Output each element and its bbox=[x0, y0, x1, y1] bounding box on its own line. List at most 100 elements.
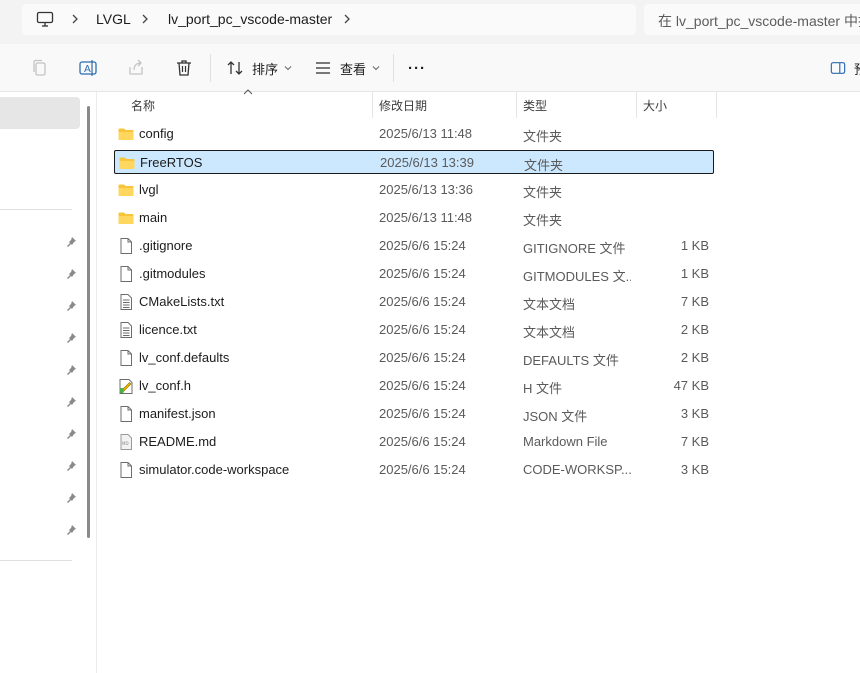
file-type: 文件夹 bbox=[523, 185, 563, 200]
column-type[interactable]: 类型 bbox=[523, 97, 547, 114]
rename-icon[interactable]: A bbox=[78, 58, 98, 78]
file-row[interactable]: FreeRTOS 2025/6/13 13:39 文件夹 bbox=[114, 150, 714, 174]
pin-icon[interactable] bbox=[65, 364, 77, 376]
file-modified-date: 2025/6/6 15:24 bbox=[379, 462, 466, 477]
address-bar[interactable]: LVGL lv_port_pc_vscode-master bbox=[22, 4, 636, 35]
file-type: DEFAULTS 文件 bbox=[523, 353, 619, 368]
nav-selected-item[interactable] bbox=[0, 97, 80, 129]
file-type: GITMODULES 文... bbox=[523, 269, 631, 284]
copy-icon[interactable] bbox=[30, 58, 50, 78]
file-size: 7 KB bbox=[680, 294, 709, 309]
file-row[interactable]: licence.txt 2025/6/6 15:24 文本文档 2 KB bbox=[114, 318, 714, 342]
nav-divider bbox=[0, 560, 72, 561]
sort-button[interactable]: 排序 bbox=[226, 54, 300, 82]
column-name[interactable]: 名称 bbox=[131, 97, 155, 114]
preview-pane-button[interactable]: 预览 bbox=[830, 54, 860, 82]
sort-label: 排序 bbox=[252, 61, 279, 77]
column-size[interactable]: 大小 bbox=[643, 97, 667, 114]
folder-icon bbox=[117, 125, 135, 143]
folder-icon bbox=[118, 154, 136, 172]
column-divider[interactable] bbox=[516, 92, 517, 118]
file-type: H 文件 bbox=[523, 381, 563, 396]
file-name: manifest.json bbox=[139, 406, 216, 421]
file-type: 文件夹 bbox=[523, 213, 563, 228]
file-modified-date: 2025/6/13 13:36 bbox=[379, 182, 473, 197]
column-divider[interactable] bbox=[716, 92, 717, 118]
file-row[interactable]: config 2025/6/13 11:48 文件夹 bbox=[114, 122, 714, 146]
column-header-row: 名称 修改日期 类型 大小 bbox=[98, 89, 860, 118]
file-type: JSON 文件 bbox=[523, 409, 588, 424]
file-type: 文本文档 bbox=[523, 297, 576, 312]
nav-scrollbar[interactable] bbox=[87, 106, 90, 538]
file-name: lv_conf.h bbox=[139, 378, 192, 393]
this-pc-icon[interactable] bbox=[36, 11, 54, 28]
file-row[interactable]: simulator.code-workspace 2025/6/6 15:24 CO… bbox=[114, 458, 714, 482]
pin-icon[interactable] bbox=[65, 396, 77, 408]
file-type: GITIGNORE 文件 bbox=[523, 241, 626, 256]
file-list: 名称 修改日期 类型 大小 config 2025/6/13 11:48 文件夹 Fr… bbox=[98, 89, 860, 673]
view-label: 查看 bbox=[340, 61, 367, 77]
markdown-file-icon: MD bbox=[117, 433, 135, 451]
file-modified-date: 2025/6/13 11:48 bbox=[379, 210, 473, 225]
file-name: config bbox=[139, 126, 174, 141]
sort-icon bbox=[227, 61, 243, 75]
file-size: 2 KB bbox=[680, 350, 709, 365]
column-divider[interactable] bbox=[372, 92, 373, 118]
pin-icon[interactable] bbox=[65, 524, 77, 536]
chevron-down-icon bbox=[284, 66, 292, 71]
blank-file-icon bbox=[117, 265, 135, 283]
file-name: lvgl bbox=[139, 182, 159, 197]
pin-icon[interactable] bbox=[65, 332, 77, 344]
search-box[interactable]: 在 lv_port_pc_vscode-master 中搜索 bbox=[644, 4, 860, 35]
file-modified-date: 2025/6/13 13:39 bbox=[380, 155, 474, 170]
blank-file-icon bbox=[117, 237, 135, 255]
file-type: 文件夹 bbox=[524, 158, 564, 173]
file-row[interactable]: lv_conf.h 2025/6/6 15:24 H 文件 47 KB bbox=[114, 374, 714, 398]
navigation-pane bbox=[0, 92, 97, 673]
file-type: 文件夹 bbox=[523, 129, 563, 144]
more-options-button[interactable]: ··· bbox=[408, 54, 426, 82]
file-row[interactable]: lvgl 2025/6/13 13:36 文件夹 bbox=[114, 178, 714, 202]
file-row[interactable]: main 2025/6/13 11:48 文件夹 bbox=[114, 206, 714, 230]
chevron-right-icon[interactable] bbox=[140, 12, 150, 26]
toolbar-divider bbox=[210, 54, 211, 82]
delete-icon[interactable] bbox=[174, 58, 194, 78]
pin-icon[interactable] bbox=[65, 492, 77, 504]
blank-file-icon bbox=[117, 349, 135, 367]
file-row[interactable]: CMakeLists.txt 2025/6/6 15:24 文本文档 7 KB bbox=[114, 290, 714, 314]
file-modified-date: 2025/6/6 15:24 bbox=[379, 322, 466, 337]
file-row[interactable]: manifest.json 2025/6/6 15:24 JSON 文件 3 KB bbox=[114, 402, 714, 426]
file-modified-date: 2025/6/6 15:24 bbox=[379, 378, 466, 393]
chevron-right-icon[interactable] bbox=[70, 12, 80, 26]
column-divider[interactable] bbox=[636, 92, 637, 118]
pin-icon[interactable] bbox=[65, 300, 77, 312]
file-row[interactable]: .gitmodules 2025/6/6 15:24 GITMODULES 文...… bbox=[114, 262, 714, 286]
chevron-down-icon bbox=[372, 66, 380, 71]
header-file-icon bbox=[117, 377, 135, 395]
pin-icon[interactable] bbox=[65, 236, 77, 248]
share-icon[interactable] bbox=[126, 58, 146, 78]
text-file-icon bbox=[117, 321, 135, 339]
view-button[interactable]: 查看 bbox=[314, 54, 388, 82]
blank-file-icon bbox=[117, 405, 135, 423]
file-row[interactable]: lv_conf.defaults 2025/6/6 15:24 DEFAULTS 文… bbox=[114, 346, 714, 370]
pin-icon[interactable] bbox=[65, 428, 77, 440]
file-name: .gitmodules bbox=[139, 266, 206, 281]
file-type: 文本文档 bbox=[523, 325, 576, 340]
preview-pane-icon bbox=[830, 62, 846, 74]
chevron-right-icon[interactable] bbox=[342, 12, 352, 26]
pin-icon[interactable] bbox=[65, 268, 77, 280]
file-name: CMakeLists.txt bbox=[139, 294, 225, 309]
breadcrumb-lvgl[interactable]: LVGL bbox=[96, 11, 131, 27]
search-placeholder: 在 lv_port_pc_vscode-master 中搜索 bbox=[658, 13, 860, 29]
pin-icon[interactable] bbox=[65, 460, 77, 472]
file-row[interactable]: .gitignore 2025/6/6 15:24 GITIGNORE 文件 1 KB bbox=[114, 234, 714, 258]
file-modified-date: 2025/6/6 15:24 bbox=[379, 434, 466, 449]
column-modified[interactable]: 修改日期 bbox=[379, 97, 427, 114]
file-name: licence.txt bbox=[139, 322, 197, 337]
file-row[interactable]: MD README.md 2025/6/6 15:24 Markdown File 7 … bbox=[114, 430, 714, 454]
file-name: README.md bbox=[139, 434, 217, 449]
more-icon: ··· bbox=[408, 59, 426, 77]
command-bar: A 排序 查看 ··· 预览 bbox=[0, 44, 860, 92]
breadcrumb-current-folder[interactable]: lv_port_pc_vscode-master bbox=[168, 11, 332, 27]
